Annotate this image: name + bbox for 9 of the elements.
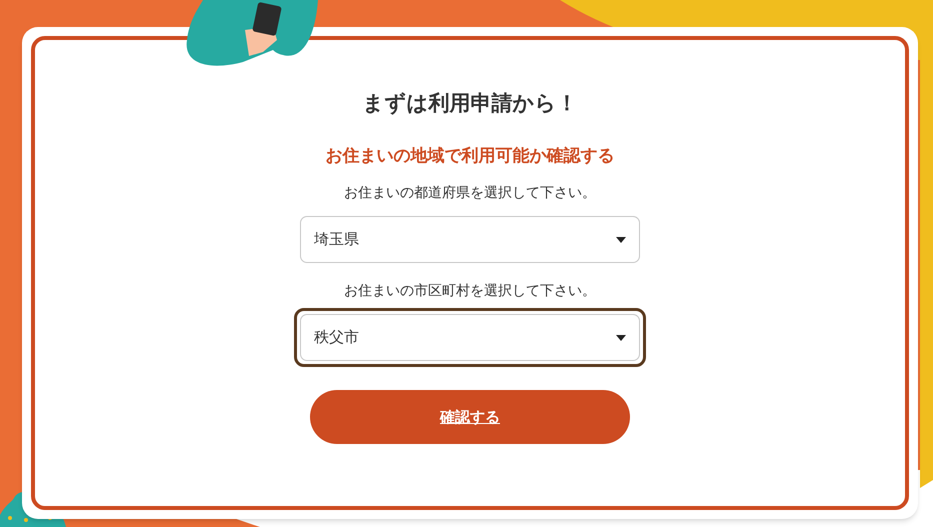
dropdown-select[interactable]: 埼玉県 — [300, 216, 640, 263]
caret-icon — [616, 236, 626, 242]
field-label: お住まいの市区町村を選択して下さい。 — [344, 282, 596, 301]
section-subheading: お住まいの地域で利用可能か確認する — [326, 145, 614, 168]
confirm-button[interactable]: 確認する — [310, 390, 630, 444]
page-heading: まずは利用申請から！ — [362, 90, 578, 117]
field-label: お住まいの都道府県を選択して下さい。 — [344, 184, 596, 203]
dropdown-select[interactable]: 秩父市 — [300, 314, 640, 361]
caret-icon — [616, 334, 626, 340]
